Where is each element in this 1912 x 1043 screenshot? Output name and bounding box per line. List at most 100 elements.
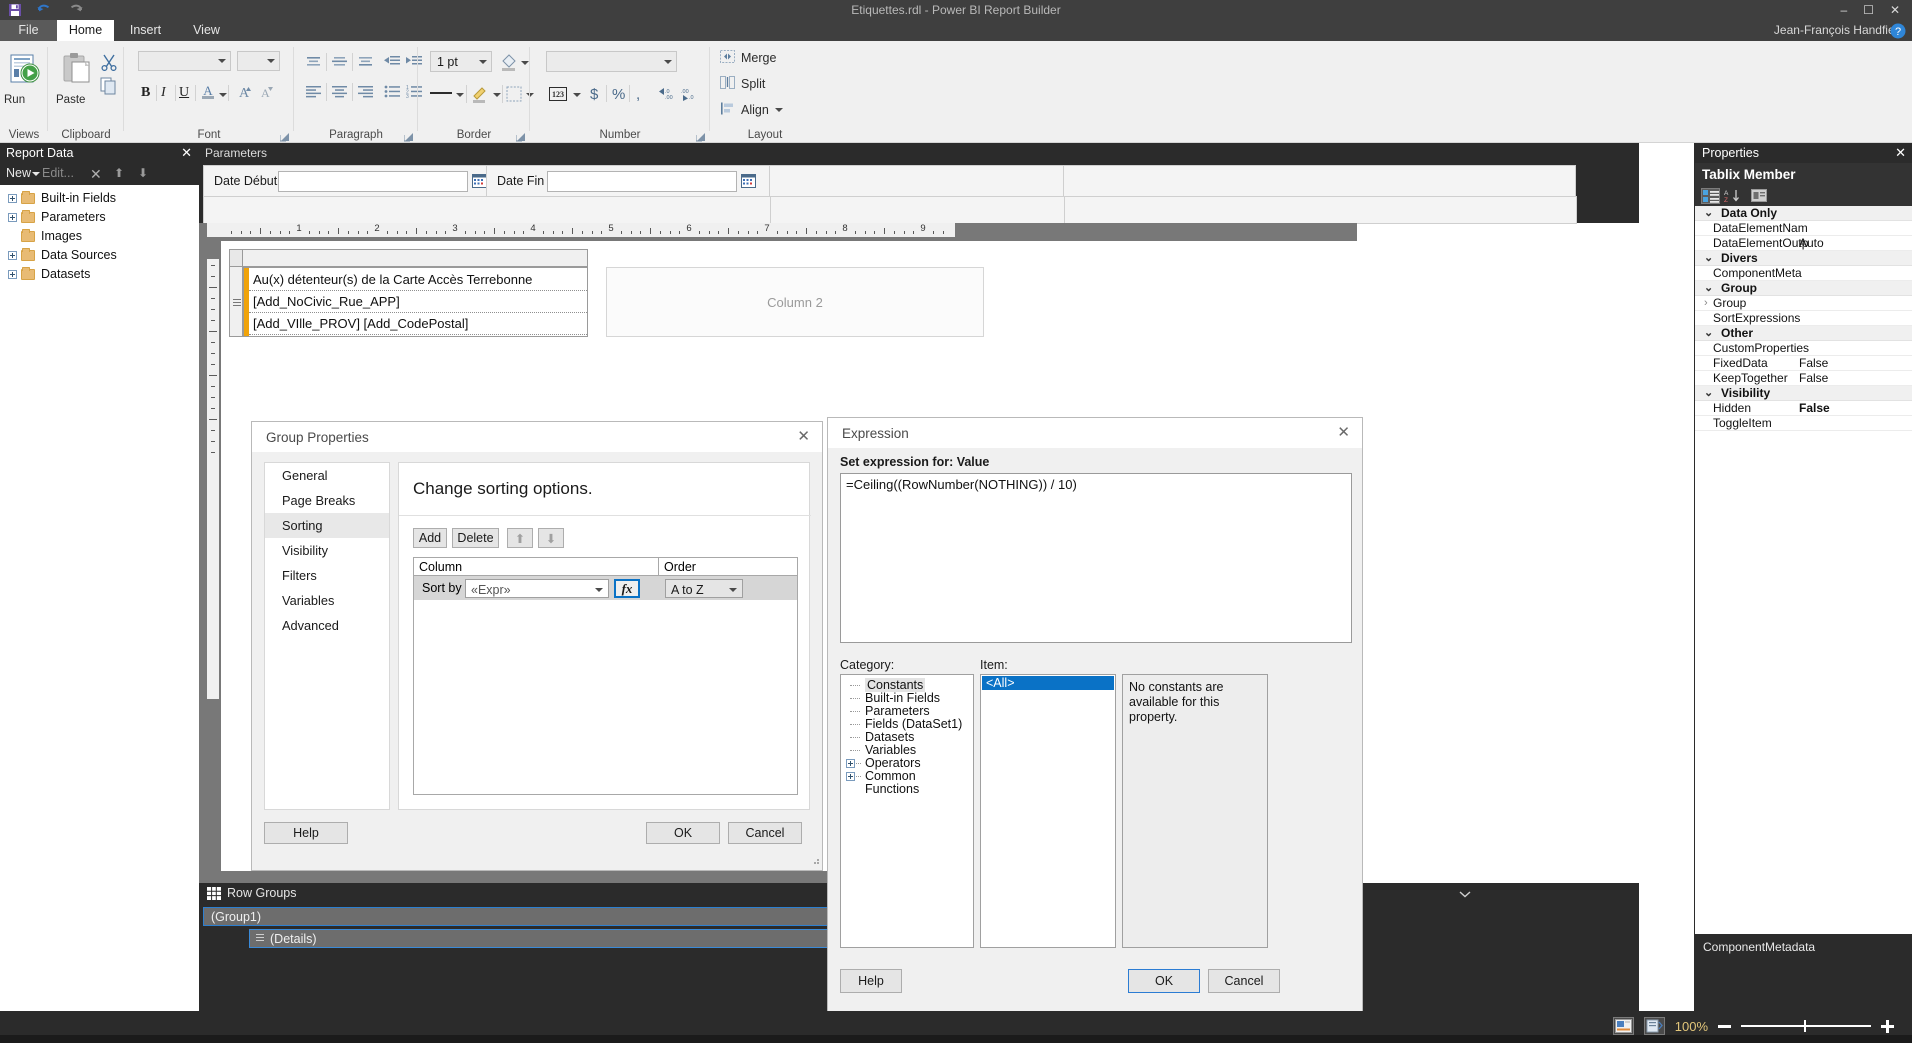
tablix-row-header[interactable] — [229, 267, 243, 337]
property-row-customproperties[interactable]: CustomProperties — [1695, 341, 1912, 356]
property-row-sortexpressions[interactable]: SortExpressions — [1695, 311, 1912, 326]
minimize-button[interactable]: – — [1840, 0, 1847, 20]
align-right-icon[interactable] — [357, 85, 374, 99]
tab-file[interactable]: File — [0, 20, 57, 41]
zoom-in-button[interactable] — [1881, 1019, 1894, 1033]
alphabetical-sort-icon[interactable]: AZ — [1723, 188, 1742, 204]
column2-cell[interactable]: Column 2 — [606, 267, 984, 337]
property-row-keeptogether[interactable]: KeepTogether False — [1695, 371, 1912, 386]
sort-column-select[interactable]: «Expr» — [465, 579, 609, 598]
tab-insert[interactable]: Insert — [118, 20, 173, 41]
italic-button[interactable]: I — [161, 85, 166, 101]
resize-grip-icon[interactable] — [810, 853, 820, 868]
fill-color-icon[interactable] — [499, 53, 518, 72]
nav-item-sorting[interactable]: Sorting — [265, 513, 389, 538]
move-down-button[interactable]: ⬇ — [538, 528, 564, 548]
label-cell[interactable]: Au(x) détenteur(s) de la Carte Accès Ter… — [243, 267, 588, 337]
item-list[interactable]: <All> — [980, 674, 1116, 948]
nav-item-advanced[interactable]: Advanced — [265, 613, 389, 638]
calendar-icon[interactable] — [741, 174, 756, 188]
label-line-2[interactable]: [Add_NoCivic_Rue_APP] — [249, 292, 587, 311]
expression-help-button[interactable]: Help — [840, 969, 902, 993]
property-row-dataelementname[interactable]: DataElementNam — [1695, 221, 1912, 236]
add-button[interactable]: Add — [413, 528, 447, 548]
split-button[interactable]: Split — [720, 75, 765, 93]
date-fin-input[interactable] — [547, 171, 737, 192]
zoom-out-button[interactable] — [1718, 1024, 1731, 1028]
move-up-icon[interactable]: ⬆ — [114, 166, 124, 180]
align-dropdown-button[interactable]: Align — [720, 101, 783, 119]
expander-icon[interactable] — [846, 759, 855, 768]
chevron-down-icon[interactable] — [493, 93, 501, 97]
property-value[interactable]: Auto — [1799, 236, 1911, 251]
decrease-font-size-button[interactable]: A — [255, 83, 273, 101]
row-group-item-details[interactable]: (Details) — [249, 929, 831, 948]
font-dialog-launcher[interactable] — [279, 130, 290, 142]
currency-format-button[interactable]: $ — [590, 86, 598, 103]
property-row-toggleitem[interactable]: ToggleItem — [1695, 416, 1912, 431]
expander-icon[interactable] — [8, 194, 17, 204]
property-group-divers[interactable]: ⌄ Divers — [1695, 251, 1912, 266]
font-color-icon[interactable]: A — [200, 83, 216, 101]
zoom-slider[interactable] — [1741, 1018, 1871, 1034]
paragraph-dialog-launcher[interactable] — [403, 130, 414, 142]
property-row-group[interactable]: › Group — [1695, 296, 1912, 311]
drag-handle-icon[interactable] — [256, 934, 264, 943]
move-down-icon[interactable]: ⬇ — [138, 166, 148, 180]
cut-icon[interactable] — [100, 53, 118, 71]
expression-ok-button[interactable]: OK — [1128, 969, 1200, 993]
nav-item-variables[interactable]: Variables — [265, 588, 389, 613]
label-line-1[interactable]: Au(x) détenteur(s) de la Carte Accès Ter… — [249, 270, 587, 289]
label-line-3[interactable]: [Add_VIlle_PROV] [Add_CodePostal] — [249, 314, 587, 333]
property-group-visibility[interactable]: ⌄ Visibility — [1695, 386, 1912, 401]
property-group-data-only[interactable]: ⌄ Data Only — [1695, 206, 1912, 221]
property-value[interactable]: False — [1799, 356, 1911, 371]
paste-button[interactable]: Paste — [56, 51, 98, 106]
print-layout-icon[interactable] — [1643, 1017, 1665, 1035]
row-group-item-group1[interactable]: (Group1) — [203, 907, 831, 926]
align-top-icon[interactable] — [305, 55, 322, 69]
chevron-down-icon[interactable] — [456, 93, 464, 97]
expression-textarea[interactable]: =Ceiling((RowNumber(NOTHING)) / 10) — [840, 473, 1352, 643]
align-bottom-icon[interactable] — [357, 55, 374, 69]
tab-home[interactable]: Home — [57, 20, 114, 41]
number-format-select[interactable] — [546, 51, 677, 72]
chevron-down-icon[interactable] — [573, 93, 581, 97]
decrease-indent-icon[interactable] — [384, 55, 401, 69]
close-icon[interactable]: ✕ — [797, 427, 810, 445]
font-size-select[interactable] — [237, 51, 280, 71]
copy-icon[interactable] — [100, 77, 118, 95]
sort-order-select[interactable]: A to Z — [665, 579, 743, 598]
align-center-icon[interactable] — [331, 85, 348, 99]
increase-decimal-icon[interactable]: .0.00 — [656, 87, 676, 101]
tree-item-images[interactable]: Images — [0, 227, 199, 246]
expander-icon[interactable] — [846, 772, 855, 781]
group-cancel-button[interactable]: Cancel — [728, 822, 802, 844]
delete-icon[interactable]: ✕ — [90, 166, 102, 183]
property-group-group[interactable]: ⌄ Group — [1695, 281, 1912, 296]
tree-item-built-in-fields[interactable]: Built-in Fields — [0, 189, 199, 208]
bullet-list-icon[interactable] — [384, 85, 401, 99]
expression-cancel-button[interactable]: Cancel — [1208, 969, 1280, 993]
expression-fx-button[interactable]: fx — [614, 579, 640, 598]
design-view-icon[interactable] — [1612, 1017, 1634, 1035]
tab-view[interactable]: View — [184, 20, 229, 41]
property-row-componentmetadata[interactable]: ComponentMeta — [1695, 266, 1912, 281]
nav-item-filters[interactable]: Filters — [265, 563, 389, 588]
expander-icon[interactable] — [8, 251, 17, 261]
chevron-down-icon[interactable] — [32, 172, 40, 176]
nav-item-general[interactable]: General — [265, 463, 389, 488]
property-row-fixeddata[interactable]: FixedData False — [1695, 356, 1912, 371]
tree-item-data-sources[interactable]: Data Sources — [0, 246, 199, 265]
percent-format-button[interactable]: % — [612, 86, 625, 103]
border-color-icon[interactable] — [471, 85, 489, 103]
item-all[interactable]: <All> — [982, 676, 1114, 690]
property-row-hidden[interactable]: Hidden False — [1695, 401, 1912, 416]
property-pages-icon[interactable] — [1750, 188, 1769, 204]
decrease-decimal-icon[interactable]: .00.0 — [680, 87, 700, 101]
increase-font-size-button[interactable]: A — [233, 83, 251, 101]
merge-button[interactable]: Merge — [720, 49, 776, 67]
align-left-icon[interactable] — [305, 85, 322, 99]
font-family-select[interactable] — [138, 51, 231, 71]
chevron-down-icon[interactable] — [521, 61, 529, 65]
